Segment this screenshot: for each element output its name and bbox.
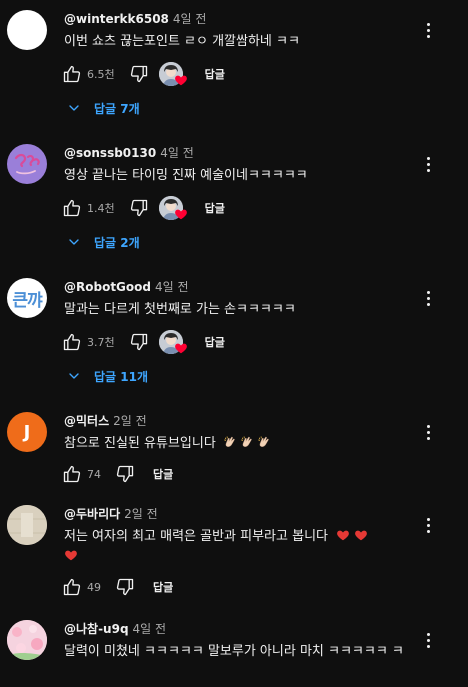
- avatar[interactable]: J: [7, 412, 47, 452]
- comment-actions: 1.4천 답글: [60, 196, 225, 220]
- author-handle[interactable]: @나참-u9q: [64, 622, 129, 636]
- view-replies-button[interactable]: 답글 11개: [66, 366, 148, 386]
- thumb-down-icon[interactable]: [127, 196, 151, 220]
- comment-header: @믹터스 2일 전: [64, 412, 147, 430]
- comment-text-wrap: 참으로 진실된 유튜브입니다: [64, 434, 419, 454]
- reply-button[interactable]: 답글: [205, 334, 225, 350]
- author-handle[interactable]: @믹터스: [64, 414, 109, 428]
- comment-header: @나참-u9q 4일 전: [64, 620, 166, 638]
- like-count: 49: [87, 580, 101, 594]
- comments-list: @winterkk6508 4일 전 이번 쇼츠 끊는포인트 ㄹㅇ 개깔쌈하네 ㅋ…: [0, 0, 468, 687]
- comment-actions: 6.5천 답글: [60, 62, 225, 86]
- author-handle[interactable]: @두바리다: [64, 507, 120, 521]
- author-handle[interactable]: @sonssb0130: [64, 146, 156, 160]
- avatar[interactable]: [7, 505, 47, 545]
- replies-count-label: 답글 7개: [94, 101, 140, 116]
- view-replies-button[interactable]: 답글 2개: [66, 232, 140, 252]
- comment-header: @RobotGood 4일 전: [64, 278, 189, 296]
- more-vert-icon[interactable]: [419, 18, 437, 42]
- clapping-hands-icon: [223, 435, 237, 449]
- thumb-up-icon[interactable]: [60, 462, 84, 486]
- comment-actions: 74 답글: [60, 462, 173, 486]
- chevron-down-icon: [66, 234, 82, 250]
- like-count: 74: [87, 467, 101, 481]
- comment-text: 이번 쇼츠 끊는포인트 ㄹㅇ 개깔쌈하네 ㅋㅋ: [64, 34, 300, 49]
- avatar-letter: J: [23, 421, 31, 443]
- author-handle[interactable]: @winterkk6508: [64, 12, 169, 26]
- more-vert-icon[interactable]: [419, 286, 437, 310]
- chevron-down-icon: [66, 100, 82, 116]
- thumb-up-icon[interactable]: [60, 330, 84, 354]
- comment-header: @sonssb0130 4일 전: [64, 144, 194, 162]
- clapping-hands-icon: [257, 435, 271, 449]
- red-heart-icon: [336, 528, 350, 542]
- clapping-hands-icon: [240, 435, 254, 449]
- comment-time[interactable]: 2일 전: [113, 414, 147, 428]
- comment-text-wrap: 저는 여자의 최고 매력은 골반과 피부라고 봅니다: [64, 527, 419, 567]
- red-heart-icon: [64, 548, 78, 562]
- comment-time[interactable]: 4일 전: [155, 280, 189, 294]
- thumb-up-icon[interactable]: [60, 575, 84, 599]
- comment-text: 달력이 미쳤네 ㅋㅋㅋㅋㅋ 말보루가 아니라 마치 ㅋㅋㅋㅋㅋ ㅋ: [64, 644, 404, 659]
- creator-heart-icon: [174, 341, 188, 355]
- thumb-down-icon[interactable]: [113, 462, 137, 486]
- comment-actions: 3.7천 답글: [60, 330, 225, 354]
- avatar[interactable]: [7, 144, 47, 184]
- thumb-down-icon[interactable]: [127, 330, 151, 354]
- comment-text: 말과는 다르게 첫번째로 가는 손ㅋㅋㅋㅋㅋ: [64, 302, 296, 317]
- like-count: 6.5천: [87, 68, 115, 81]
- avatar-logo-text: 큰꺄: [12, 290, 42, 311]
- creator-heart: [158, 330, 189, 355]
- comment-text: 참으로 진실된 유튜브입니다: [64, 436, 216, 451]
- comment-header: @두바리다 2일 전: [64, 505, 158, 523]
- reply-button[interactable]: 답글: [205, 66, 225, 82]
- more-vert-icon[interactable]: [419, 420, 437, 444]
- avatar[interactable]: [7, 10, 47, 50]
- thumb-down-icon[interactable]: [113, 575, 137, 599]
- comment-header: @winterkk6508 4일 전: [64, 10, 206, 28]
- creator-heart: [158, 62, 189, 87]
- comment-text: 저는 여자의 최고 매력은 골반과 피부라고 봅니다: [64, 529, 328, 544]
- thumb-up-icon[interactable]: [60, 62, 84, 86]
- chevron-down-icon: [66, 368, 82, 384]
- more-vert-icon[interactable]: [419, 152, 437, 176]
- comment-time[interactable]: 4일 전: [173, 12, 207, 26]
- author-handle[interactable]: @RobotGood: [64, 280, 151, 294]
- view-replies-button[interactable]: 답글 7개: [66, 98, 140, 118]
- like-count: 1.4천: [87, 202, 115, 215]
- like-count: 3.7천: [87, 336, 115, 349]
- replies-count-label: 답글 2개: [94, 235, 140, 250]
- creator-heart-icon: [174, 207, 188, 221]
- comment-text: 영상 끝나는 타이밍 진짜 예술이네ㅋㅋㅋㅋㅋ: [64, 168, 308, 183]
- avatar[interactable]: 큰꺄: [7, 278, 47, 318]
- comment-actions: 49 답글: [60, 575, 173, 599]
- replies-count-label: 답글 11개: [94, 369, 148, 384]
- comment-time[interactable]: 2일 전: [124, 507, 158, 521]
- reply-button[interactable]: 답글: [153, 466, 173, 482]
- thumb-up-icon[interactable]: [60, 196, 84, 220]
- comment-time[interactable]: 4일 전: [133, 622, 167, 636]
- avatar[interactable]: [7, 620, 47, 660]
- thumb-down-icon[interactable]: [127, 62, 151, 86]
- more-vert-icon[interactable]: [419, 513, 437, 537]
- more-vert-icon[interactable]: [419, 628, 437, 652]
- creator-heart: [158, 196, 189, 221]
- reply-button[interactable]: 답글: [205, 200, 225, 216]
- red-heart-icon: [354, 528, 368, 542]
- reply-button[interactable]: 답글: [153, 579, 173, 595]
- comment-time[interactable]: 4일 전: [160, 146, 194, 160]
- creator-heart-icon: [174, 73, 188, 87]
